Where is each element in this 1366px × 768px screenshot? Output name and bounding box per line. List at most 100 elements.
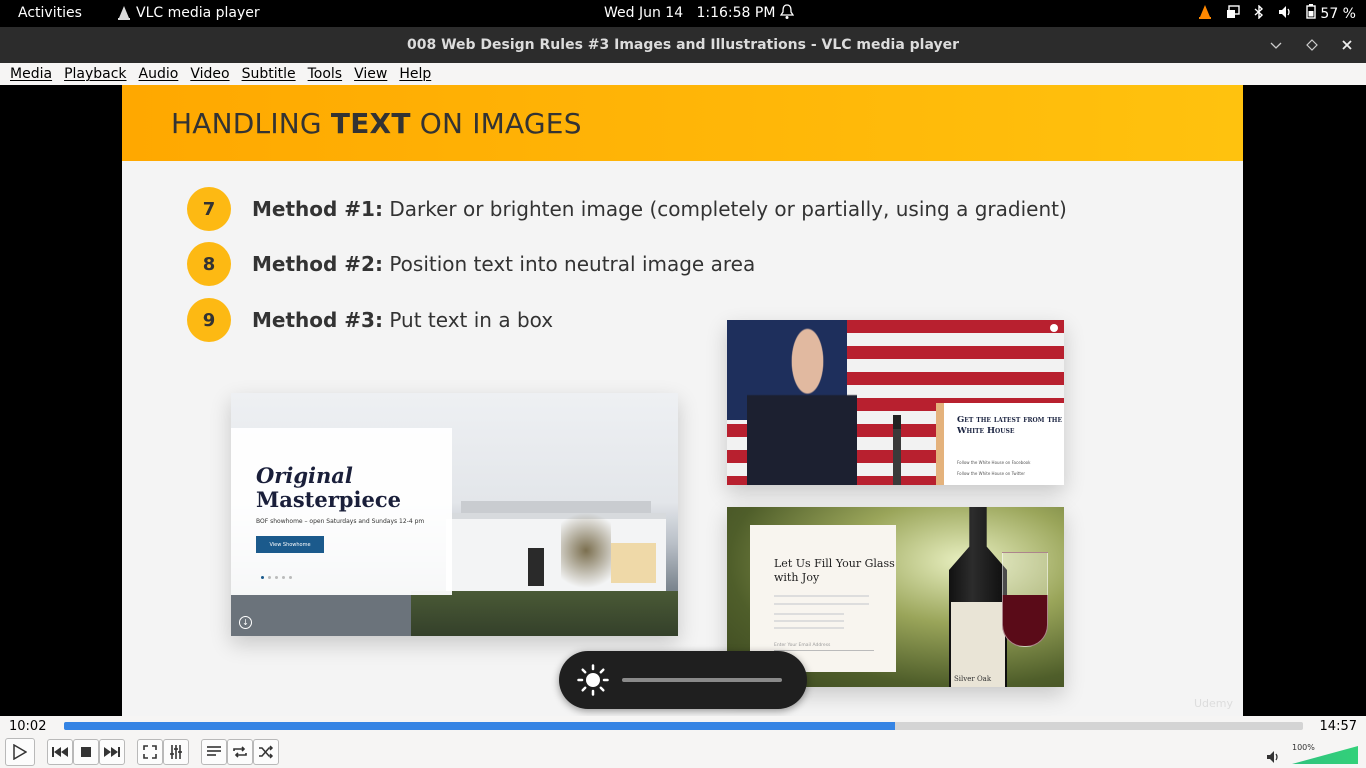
video-area[interactable]: HANDLING TEXT ON IMAGES 7 Method #1: Dar… (0, 85, 1366, 716)
close-icon[interactable] (1337, 35, 1357, 55)
equalizer-icon (169, 745, 183, 759)
fullscreen-icon (143, 745, 157, 759)
time-bar: 10:02 14:57 (0, 716, 1366, 738)
menu-playback[interactable]: Playback (64, 66, 126, 82)
slide-title-bold: TEXT (330, 107, 411, 140)
scroll-down-icon: ↓ (239, 616, 252, 629)
method-label: Method #3: (252, 308, 383, 332)
window-title: 008 Web Design Rules #3 Images and Illus… (406, 37, 960, 53)
menu-view[interactable]: View (354, 66, 387, 82)
house-example-image: Original Masterpiece BOF showhome – open … (231, 393, 678, 636)
text-line (774, 627, 844, 629)
clock-time: 1:16:58 PM (696, 5, 776, 21)
activities-button[interactable]: Activities (18, 5, 82, 21)
brightness-icon (577, 664, 609, 700)
method-2: 8 Method #2: Position text into neutral … (187, 242, 755, 286)
house-heading: Original Masterpiece (256, 464, 401, 512)
battery-icon (1306, 4, 1317, 23)
extended-settings-button[interactable] (163, 739, 189, 765)
total-time: 14:57 (1319, 719, 1357, 734)
twitter-link: Follow the White House on Twitter (957, 471, 1026, 476)
system-tray[interactable]: 57 % (1198, 3, 1356, 23)
method-number: 7 (187, 187, 231, 231)
previous-icon (52, 747, 68, 757)
method-label: Method #2: (252, 252, 383, 276)
udemy-watermark: Udemy (1193, 697, 1233, 710)
volume-percent: 100% (1292, 743, 1315, 752)
menu-video[interactable]: Video (190, 66, 229, 82)
previous-button[interactable] (47, 739, 73, 765)
play-icon (13, 744, 27, 760)
stop-icon (81, 747, 91, 757)
loop-icon (232, 745, 248, 759)
text-line (774, 620, 844, 622)
whitehouse-heading: Get the latest from the White House (957, 415, 1063, 436)
method-text: Method #2: Position text into neutral im… (252, 252, 755, 276)
menu-media[interactable]: Media (10, 66, 52, 82)
whitehouse-example-image: Get the latest from the White House Foll… (727, 320, 1064, 485)
menu-subtitle[interactable]: Subtitle (242, 66, 296, 82)
house-door (528, 548, 544, 586)
gnome-top-bar: Activities VLC media player Wed Jun 14 1… (0, 0, 1366, 27)
bottle-label: Silver Oak (951, 602, 1005, 687)
text-overlay-box: Original Masterpiece BOF showhome – open … (231, 428, 452, 595)
seek-slider[interactable] (64, 722, 1303, 730)
lawn (411, 591, 678, 636)
app-menu[interactable]: VLC media player (118, 5, 260, 21)
play-button[interactable] (5, 738, 35, 766)
method-text: Method #3: Put text in a box (252, 308, 553, 332)
loop-button[interactable] (227, 739, 253, 765)
bell-icon (779, 4, 795, 24)
next-icon (104, 747, 120, 757)
house-window (611, 543, 656, 583)
menu-bar: Media Playback Audio Video Subtitle Tool… (0, 63, 1366, 85)
fullscreen-button[interactable] (137, 739, 163, 765)
volume-icon (1278, 5, 1292, 23)
vlc-tray-icon[interactable] (1198, 4, 1212, 23)
method-number: 9 (187, 298, 231, 342)
video-frame: HANDLING TEXT ON IMAGES 7 Method #1: Dar… (122, 85, 1243, 716)
volume-slider[interactable]: 100% (1266, 740, 1360, 766)
current-time: 10:02 (9, 719, 47, 734)
stop-button[interactable] (73, 739, 99, 765)
menu-audio[interactable]: Audio (139, 66, 179, 82)
vlc-cone-icon (118, 6, 130, 20)
house-heading-line2: Masterpiece (256, 487, 401, 512)
battery-percent: 57 % (1320, 5, 1356, 22)
clock-date: Wed Jun 14 (604, 5, 684, 21)
method-3: 9 Method #3: Put text in a box (187, 298, 553, 342)
bluetooth-icon (1254, 3, 1264, 23)
menu-help[interactable]: Help (399, 66, 431, 82)
player-controls: 100% (0, 738, 1366, 768)
battery-indicator: 57 % (1306, 4, 1356, 23)
house-heading-line1: Original (256, 463, 353, 488)
method-description: Position text into neutral image area (382, 252, 756, 276)
screen-mirror-icon (1226, 4, 1241, 23)
maximize-icon[interactable] (1302, 35, 1322, 55)
tree (561, 503, 611, 598)
email-field: Enter Your Email Address (774, 643, 874, 651)
wine-heading: Let Us Fill Your Glass with Joy (774, 557, 895, 584)
speaker-icon[interactable] (1266, 749, 1280, 768)
wine-glass (1002, 552, 1048, 647)
minimize-icon[interactable] (1266, 35, 1286, 55)
next-button[interactable] (99, 739, 125, 765)
house-subtext: BOF showhome – open Saturdays and Sunday… (256, 518, 425, 525)
slide-title-pre: HANDLING (171, 107, 331, 140)
window-title-bar[interactable]: 008 Web Design Rules #3 Images and Illus… (0, 27, 1366, 63)
method-number: 8 (187, 242, 231, 286)
playlist-button[interactable] (201, 739, 227, 765)
view-showhome-button: View Showhome (256, 536, 324, 553)
close-icon (1050, 324, 1058, 332)
speaker (747, 320, 857, 485)
carousel-dots (261, 576, 292, 579)
method-1: 7 Method #1: Darker or brighten image (c… (187, 187, 1067, 231)
seek-progress (64, 722, 896, 730)
clock[interactable]: Wed Jun 14 1:16:58 PM (604, 5, 775, 21)
method-label: Method #1: (252, 197, 383, 221)
shuffle-button[interactable] (253, 739, 279, 765)
bottle-label-text: Silver Oak (954, 675, 992, 683)
method-description: Put text in a box (382, 308, 554, 332)
menu-tools[interactable]: Tools (308, 66, 343, 82)
brightness-osd (559, 651, 807, 709)
